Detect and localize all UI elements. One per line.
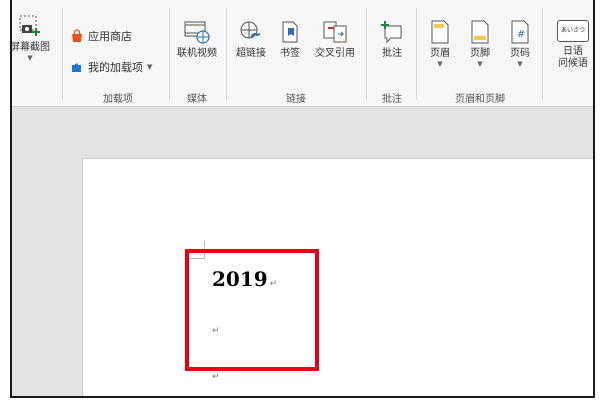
group-label-comments: 批注: [382, 94, 402, 105]
group-label-links: 链接: [286, 94, 306, 105]
puzzle-icon: [72, 63, 81, 72]
app-store-button[interactable]: 应用商店: [70, 28, 132, 44]
footer-button[interactable]: 页脚 ▼: [462, 20, 498, 68]
screenshot-label: 屏幕截图: [10, 42, 50, 53]
hyperlink-button[interactable]: 超链接: [230, 20, 272, 60]
svg-text:#: #: [517, 29, 525, 40]
my-addins-button[interactable]: 我的加载项 ▼: [70, 59, 152, 75]
header-button[interactable]: 页眉 ▼: [422, 20, 458, 68]
globe-link-icon: [240, 21, 261, 39]
japanese-greeting-button[interactable]: あいさつ 日语 问候语: [548, 20, 593, 70]
film-globe-icon: [184, 21, 210, 44]
bookmark-label: 书签: [280, 48, 300, 59]
header-icon: [431, 20, 449, 44]
chevron-down-icon: ▼: [147, 63, 153, 71]
online-video-label: 联机视频: [177, 48, 217, 59]
comment-button[interactable]: 批注: [372, 20, 412, 60]
greeting-card-icon: あいさつ: [557, 20, 589, 42]
app-store-label: 应用商店: [88, 30, 132, 43]
chevron-down-icon: ▼: [437, 60, 443, 68]
greeting-label-line2: 问候语: [558, 58, 588, 69]
ribbon-insert: 屏幕截图 ▼ 应用商店 我的加载项 ▼ 加载项 联机视频 媒体 超链接 书签 交…: [12, 0, 593, 107]
store-bag-icon: [72, 29, 82, 42]
footer-label: 页脚: [470, 48, 490, 59]
group-label-media: 媒体: [187, 94, 207, 105]
document-page[interactable]: 2019 ↵ ↵ ↵: [82, 158, 593, 396]
group-separator: [366, 8, 367, 100]
group-separator: [542, 8, 543, 100]
bookmark-icon: [282, 21, 298, 43]
empty-paragraph-mark: ↵: [212, 372, 220, 382]
screenshot-button[interactable]: 屏幕截图 ▼: [10, 14, 54, 62]
my-addins-label: 我的加载项: [88, 61, 143, 74]
comment-label: 批注: [382, 48, 402, 59]
cross-reference-button[interactable]: 交叉引用: [308, 20, 362, 60]
group-label-header-footer: 页眉和页脚: [455, 94, 505, 105]
new-comment-icon: [381, 21, 402, 44]
page-number-button[interactable]: # 页码 ▼: [502, 20, 538, 68]
page-number-label: 页码: [510, 48, 530, 59]
header-label: 页眉: [430, 48, 450, 59]
cross-reference-icon: [323, 21, 347, 43]
greeting-label-line1: 日语: [563, 46, 583, 57]
chevron-down-icon: ▼: [27, 54, 33, 62]
chevron-down-icon: ▼: [517, 60, 523, 68]
footer-icon: [471, 20, 489, 44]
group-separator: [62, 8, 63, 100]
red-highlight-box: [185, 249, 319, 371]
cross-reference-label: 交叉引用: [315, 48, 355, 59]
group-label-addins: 加载项: [103, 94, 133, 105]
chevron-down-icon: ▼: [477, 60, 483, 68]
page-number-icon: #: [511, 20, 529, 44]
hyperlink-label: 超链接: [236, 48, 266, 59]
group-separator: [416, 8, 417, 100]
online-video-button[interactable]: 联机视频: [172, 20, 222, 60]
group-separator: [226, 8, 227, 100]
screenshot-icon: [19, 15, 40, 36]
group-separator: [169, 8, 170, 100]
bookmark-button[interactable]: 书签: [274, 20, 306, 60]
